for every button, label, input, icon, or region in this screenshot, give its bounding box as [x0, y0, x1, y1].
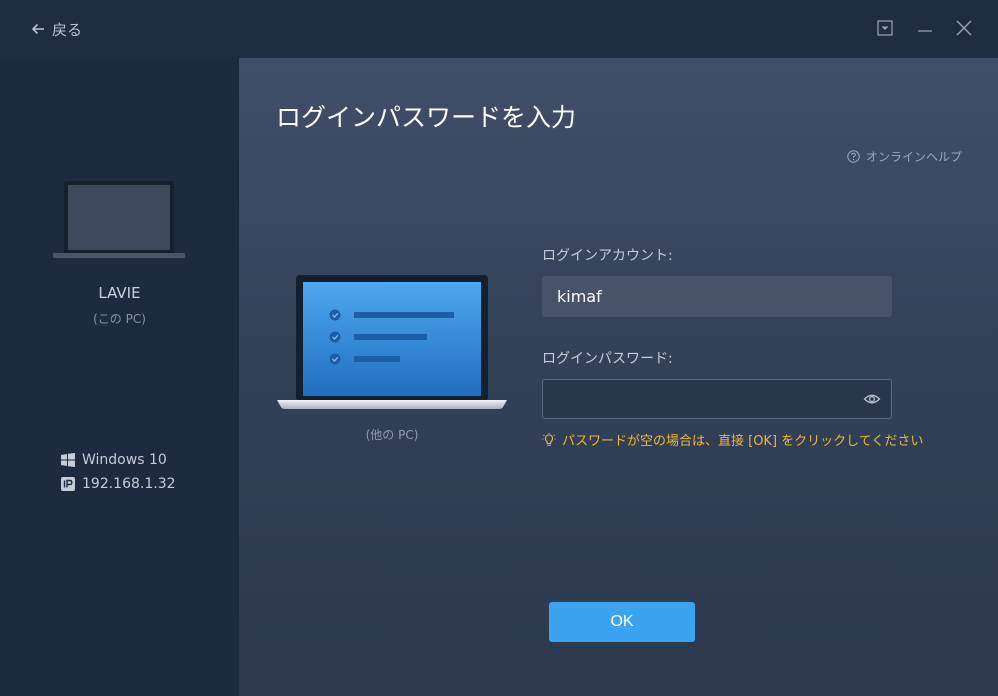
back-button[interactable]: 戻る — [30, 17, 82, 41]
dropdown-box-icon — [877, 20, 893, 36]
question-circle-icon — [847, 150, 860, 163]
ok-button[interactable]: OK — [549, 602, 695, 642]
close-icon — [956, 20, 972, 36]
os-info: Windows 10 — [61, 450, 167, 470]
minimize-icon — [918, 30, 932, 32]
account-field: kimaf — [542, 276, 892, 317]
empty-password-hint: パスワードが空の場合は、直接 [OK] をクリックしてください — [542, 430, 923, 449]
minimize-button[interactable] — [913, 16, 937, 40]
close-button[interactable] — [952, 16, 976, 40]
password-input[interactable] — [543, 380, 843, 418]
lightbulb-icon — [542, 432, 556, 446]
this-pc-laptop-icon — [53, 181, 185, 258]
password-field-container — [542, 379, 892, 419]
sidebar: LAVIE (この PC) Windows 10 192.168.1.32 — [0, 58, 239, 696]
online-help-link[interactable]: オンラインヘルプ — [847, 148, 962, 165]
back-label: 戻る — [52, 20, 83, 39]
other-pc-laptop-icon — [277, 275, 507, 409]
ip-icon — [61, 477, 75, 491]
device-sub-label: (この PC) — [93, 312, 146, 326]
title-bar: 戻る — [0, 0, 998, 58]
hint-text: パスワードが空の場合は、直接 [OK] をクリックしてください — [562, 434, 924, 449]
online-help-label: オンラインヘルプ — [865, 150, 962, 164]
ip-info: 192.168.1.32 — [61, 474, 176, 494]
os-label: Windows 10 — [82, 452, 167, 468]
account-label: ログインアカウント: — [542, 248, 673, 264]
eye-icon[interactable] — [863, 390, 881, 408]
arrow-left-icon — [31, 23, 44, 35]
device-name: LAVIE — [98, 284, 141, 302]
password-label: ログインパスワード: — [542, 351, 673, 367]
windows-icon — [61, 453, 75, 467]
dropdown-menu-button[interactable] — [873, 16, 897, 40]
ip-label: 192.168.1.32 — [82, 476, 176, 492]
main-panel: ログインパスワードを入力 オンラインヘルプ (他の PC) ログインアカウント:… — [239, 58, 998, 696]
page-title: ログインパスワードを入力 — [276, 103, 577, 132]
other-pc-label: (他の PC) — [365, 428, 419, 442]
